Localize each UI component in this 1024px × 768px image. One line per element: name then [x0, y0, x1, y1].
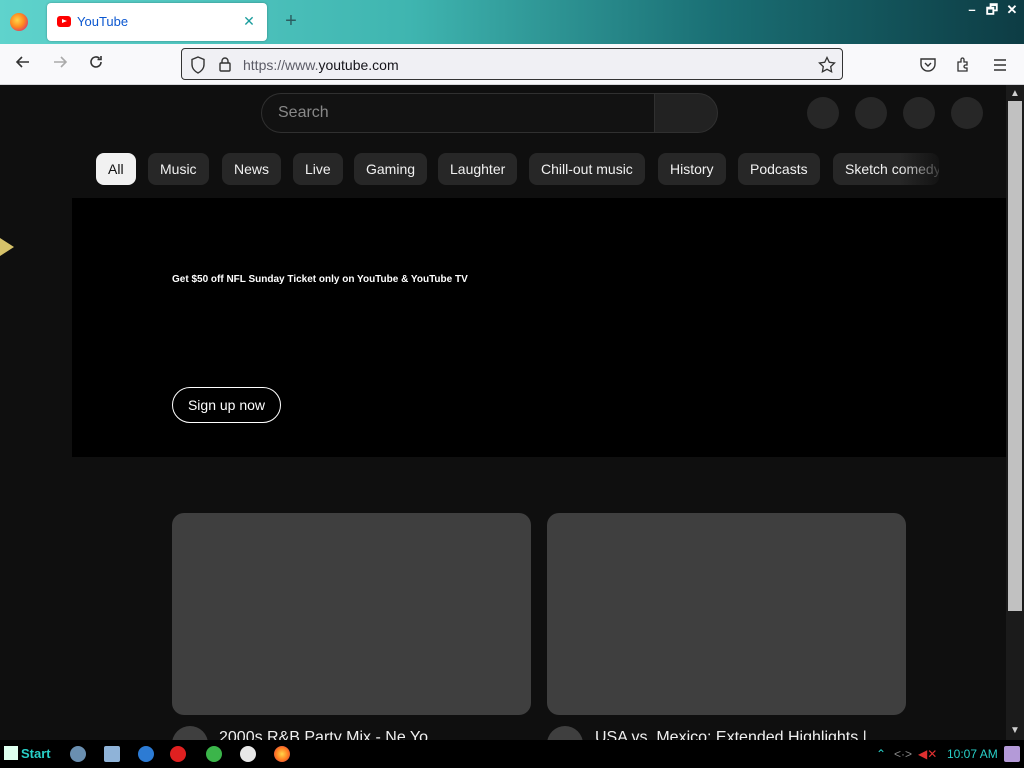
tray-network-icon[interactable]: <·> — [894, 747, 912, 761]
tray-volume-muted-icon[interactable]: ◀✕ — [918, 747, 937, 761]
video-thumbnail[interactable] — [172, 513, 531, 715]
tray-expand-icon[interactable]: ⌃ — [876, 747, 886, 761]
search-input[interactable]: Search — [261, 93, 655, 133]
chip-laughter[interactable]: Laughter — [438, 153, 518, 185]
header-action-placeholder-3[interactable] — [903, 97, 935, 129]
promo-banner: Get $50 off NFL Sunday Ticket only on Yo… — [72, 198, 1006, 457]
browser-tabstrip: YouTube ✕ + – 🗗 ✕ — [0, 0, 1024, 44]
video-title[interactable]: 2000s R&B Party Mix - Ne Yo — [219, 729, 519, 740]
quicklaunch-explorer-icon[interactable] — [104, 746, 120, 762]
video-title[interactable]: USA vs. Mexico: Extended Highlights | — [595, 729, 895, 740]
shield-icon[interactable] — [190, 56, 206, 74]
back-arrow-icon — [15, 56, 29, 68]
lock-icon[interactable] — [218, 56, 232, 72]
chip-gaming[interactable]: Gaming — [354, 153, 428, 185]
minimize-button[interactable]: – — [964, 3, 980, 17]
forward-button[interactable] — [47, 52, 73, 78]
forward-arrow-icon — [54, 56, 68, 68]
scroll-up-icon[interactable]: ▲ — [1006, 87, 1024, 101]
reload-button[interactable] — [83, 52, 109, 78]
avatar[interactable] — [951, 97, 983, 129]
channel-avatar[interactable] — [172, 726, 208, 740]
back-button[interactable] — [10, 52, 36, 78]
page-scrollbar[interactable]: ▲ ▼ — [1006, 85, 1024, 740]
url-text[interactable]: https://www.youtube.com — [243, 57, 399, 73]
menu-hamburger-icon[interactable] — [991, 56, 1009, 74]
tab-close-icon[interactable]: ✕ — [239, 11, 259, 31]
pocket-icon[interactable] — [919, 56, 937, 74]
browser-navbar: https://www.youtube.com — [0, 44, 1024, 85]
channel-avatar[interactable] — [547, 726, 583, 740]
tray-app-icon[interactable] — [1004, 746, 1020, 762]
quicklaunch-opera-icon[interactable] — [170, 746, 186, 762]
chip-podcasts[interactable]: Podcasts — [738, 153, 820, 185]
start-logo-icon — [4, 746, 18, 760]
taskbar: Start ⌃ <·> ◀✕ 10:07 AM — [0, 740, 1024, 768]
search-placeholder: Search — [278, 104, 329, 121]
tab-youtube[interactable]: YouTube ✕ — [47, 3, 267, 41]
reload-icon — [90, 56, 102, 68]
scrollbar-thumb[interactable] — [1008, 101, 1022, 611]
quicklaunch-app-icon[interactable] — [240, 746, 256, 762]
extensions-icon[interactable] — [955, 56, 973, 74]
mouse-cursor-icon — [0, 238, 14, 256]
url-bar[interactable]: https://www.youtube.com — [181, 48, 843, 80]
header-action-placeholder-2[interactable] — [855, 97, 887, 129]
chip-all[interactable]: All — [96, 153, 136, 185]
tab-title: YouTube — [77, 14, 129, 29]
chips-fade-overlay — [900, 153, 960, 185]
video-thumbnail[interactable] — [547, 513, 906, 715]
chip-music[interactable]: Music — [148, 153, 209, 185]
header-action-placeholder-1[interactable] — [807, 97, 839, 129]
quicklaunch-desktop-icon[interactable] — [70, 746, 86, 762]
chip-history[interactable]: History — [658, 153, 726, 185]
new-tab-button[interactable]: + — [280, 10, 302, 32]
banner-headline: Get $50 off NFL Sunday Ticket only on Yo… — [172, 274, 468, 285]
bookmark-star-icon[interactable] — [818, 56, 836, 74]
chip-chill-out-music[interactable]: Chill-out music — [529, 153, 645, 185]
scroll-down-icon[interactable]: ▼ — [1006, 724, 1024, 738]
close-window-button[interactable]: ✕ — [1004, 3, 1020, 17]
search-button[interactable] — [654, 93, 718, 133]
sign-up-button[interactable]: Sign up now — [172, 387, 281, 423]
youtube-page: Search All Music News Live Gaming Laught… — [0, 85, 1006, 740]
chip-news[interactable]: News — [222, 153, 282, 185]
firefox-icon[interactable] — [10, 13, 28, 31]
youtube-favicon-icon — [57, 16, 71, 27]
quicklaunch-utorrent-icon[interactable] — [206, 746, 222, 762]
quicklaunch-ie-icon[interactable] — [138, 746, 154, 762]
quicklaunch-firefox-icon[interactable] — [274, 746, 290, 762]
taskbar-clock[interactable]: 10:07 AM — [947, 747, 998, 761]
start-button[interactable]: Start — [4, 745, 51, 763]
restore-button[interactable]: 🗗 — [984, 3, 1000, 17]
chip-live[interactable]: Live — [293, 153, 343, 185]
